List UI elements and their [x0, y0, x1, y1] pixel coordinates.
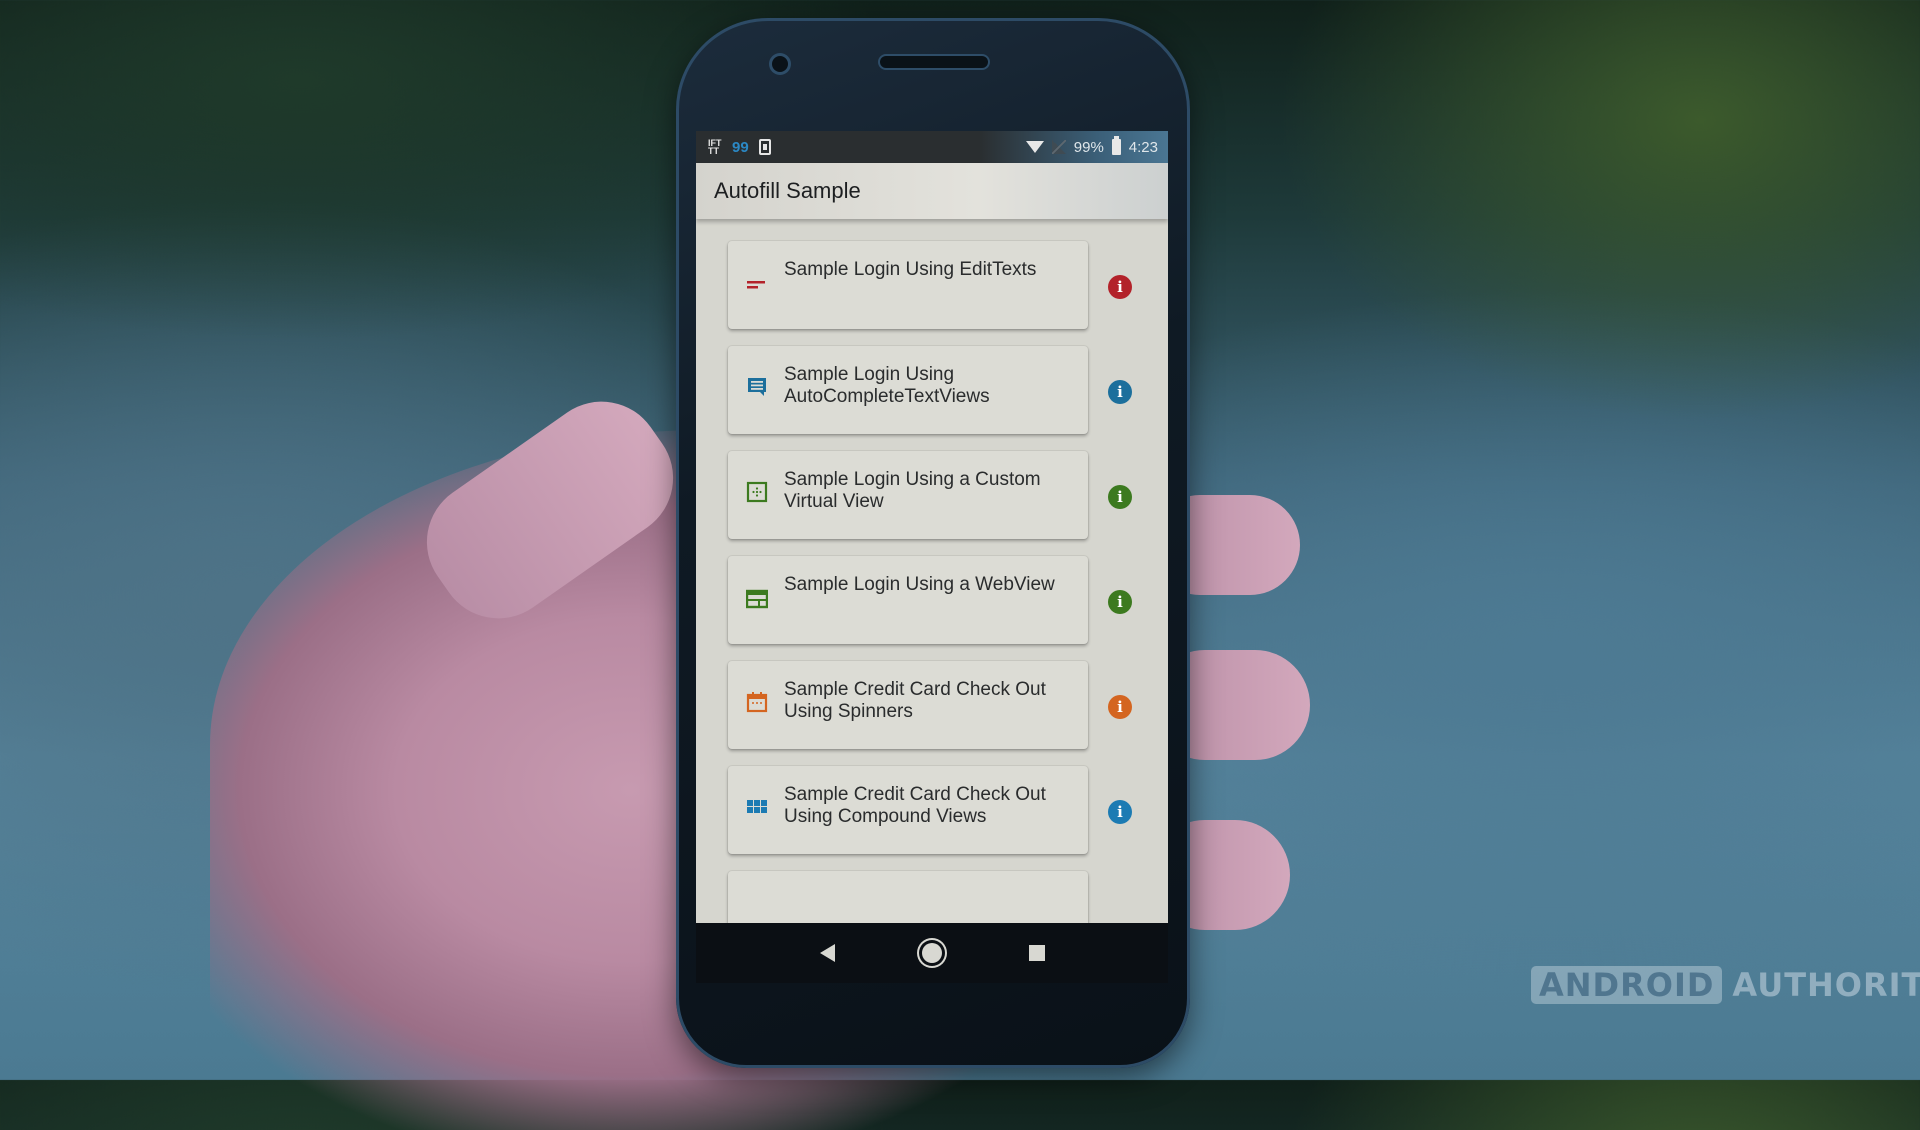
- list-item-virtual-view: Sample Login Using a Custom Virtual View…: [728, 451, 1132, 539]
- card-label: Sample Credit Card Check Out Using Spinn…: [784, 679, 1046, 722]
- recents-icon[interactable]: [1028, 945, 1045, 961]
- list-item-webview: Sample Login Using a WebView i: [728, 556, 1132, 644]
- card-label: Sample Login Using a WebView: [784, 574, 1055, 595]
- back-icon[interactable]: [819, 944, 835, 962]
- wifi-icon: [1025, 141, 1044, 153]
- app-bar: Autofill Sample: [696, 163, 1168, 219]
- list-item-spinners: Sample Credit Card Check Out Using Spinn…: [728, 661, 1132, 749]
- phone-screen: IFT TT 99 99% 4:23 Autofill Sample Sampl…: [696, 131, 1168, 983]
- card-edittexts[interactable]: Sample Login Using EditTexts: [728, 241, 1088, 329]
- card-label: Sample Credit Card Check Out Using Compo…: [784, 784, 1046, 827]
- card-virtual-view[interactable]: Sample Login Using a Custom Virtual View: [728, 451, 1088, 539]
- info-icon[interactable]: i: [1108, 695, 1132, 719]
- card-label: Sample Login Using EditTexts: [784, 259, 1037, 280]
- info-icon[interactable]: i: [1108, 380, 1132, 404]
- front-camera: [772, 56, 788, 72]
- status-bar: IFT TT 99 99% 4:23: [696, 131, 1168, 163]
- ifttt-icon: IFT TT: [708, 138, 722, 156]
- edittext-icon: [747, 281, 765, 289]
- calendar-icon: [746, 692, 768, 713]
- sample-list[interactable]: Sample Login Using EditTexts i Sample Lo…: [696, 219, 1168, 959]
- watermark-boxed-text: ANDROID: [1531, 966, 1723, 1004]
- card-spinners[interactable]: Sample Credit Card Check Out Using Spinn…: [728, 661, 1088, 749]
- nav-bar: [696, 923, 1168, 983]
- battery-percent: 99%: [1073, 138, 1104, 156]
- chat-icon: [748, 378, 766, 396]
- list-item-edittexts: Sample Login Using EditTexts i: [728, 241, 1132, 329]
- virtual-view-icon: [746, 481, 768, 503]
- list-item-autocomplete: Sample Login Using AutoCompleteTextViews…: [728, 346, 1132, 434]
- app-title: Autofill Sample: [714, 178, 861, 203]
- earpiece-speaker: [880, 56, 988, 68]
- info-icon[interactable]: i: [1108, 590, 1132, 614]
- home-icon[interactable]: [921, 943, 942, 963]
- battery-icon: [1111, 136, 1121, 155]
- card-compound-views[interactable]: Sample Credit Card Check Out Using Compo…: [728, 766, 1088, 854]
- phone: IFT TT 99 99% 4:23 Autofill Sample Sampl…: [676, 18, 1190, 1068]
- grid-icon: [747, 800, 767, 813]
- list-item-compound-views: Sample Credit Card Check Out Using Compo…: [728, 766, 1132, 854]
- clock: 4:23: [1128, 138, 1158, 156]
- download-icon: [758, 139, 771, 155]
- watermark-text: AUTHORITY: [1732, 966, 1920, 1004]
- notification-count: 99: [732, 138, 749, 156]
- no-signal-icon: [1051, 140, 1066, 154]
- info-icon[interactable]: i: [1108, 275, 1132, 299]
- webview-icon: [746, 589, 768, 609]
- card-autocomplete[interactable]: Sample Login Using AutoCompleteTextViews: [728, 346, 1088, 434]
- watermark: ANDROID AUTHORITY: [1531, 966, 1920, 1004]
- info-icon[interactable]: i: [1108, 485, 1132, 509]
- card-label: Sample Login Using AutoCompleteTextViews: [784, 364, 990, 407]
- info-icon[interactable]: i: [1108, 800, 1132, 824]
- card-label: Sample Login Using a Custom Virtual View: [784, 469, 1041, 512]
- card-webview[interactable]: Sample Login Using a WebView: [728, 556, 1088, 644]
